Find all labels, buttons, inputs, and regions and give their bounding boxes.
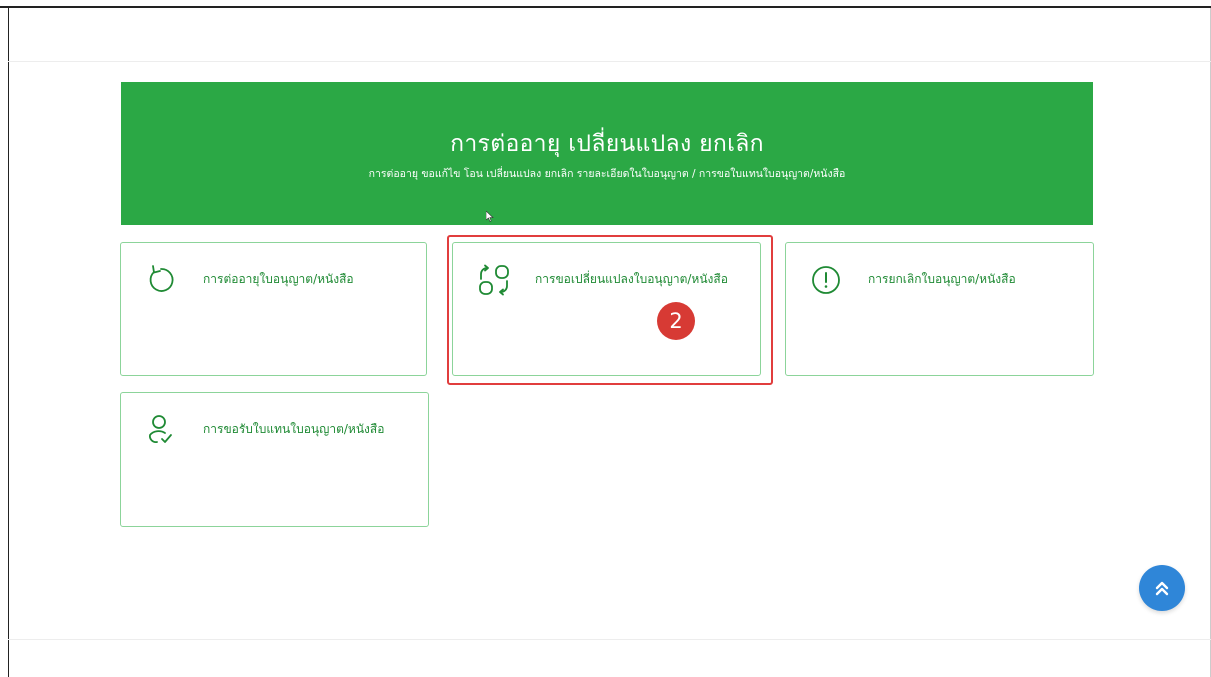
- cancel-icon: [810, 263, 842, 295]
- scroll-to-top-button[interactable]: [1139, 565, 1185, 611]
- hero-banner: การต่ออายุ เปลี่ยนแปลง ยกเลิก การต่ออายุ…: [121, 82, 1093, 225]
- card-replacement-license[interactable]: การขอรับใบแทนใบอนุญาต/หนังสือ: [120, 392, 429, 527]
- renew-icon: [145, 263, 177, 295]
- step-highlight-box: [447, 235, 773, 385]
- step-number-badge: 2: [657, 302, 695, 340]
- card-cancel-license[interactable]: การยกเลิกใบอนุญาต/หนังสือ: [785, 242, 1094, 376]
- card-cancel-license-label: การยกเลิกใบอนุญาต/หนังสือ: [868, 272, 1016, 286]
- hero-title: การต่ออายุ เปลี่ยนแปลง ยกเลิก: [450, 131, 764, 157]
- hero-subtitle: การต่ออายุ ขอแก้ไข โอน เปลี่ยนแปลง ยกเลิ…: [368, 168, 846, 180]
- header-divider: [8, 61, 1211, 62]
- window-top-border: [0, 0, 1211, 8]
- replacement-icon: [145, 413, 177, 445]
- footer-divider: [8, 639, 1211, 640]
- card-renew-license[interactable]: การต่ออายุใบอนุญาต/หนังสือ: [120, 242, 427, 376]
- double-chevron-up-icon: [1155, 581, 1169, 596]
- left-border: [8, 8, 9, 677]
- card-renew-license-label: การต่ออายุใบอนุญาต/หนังสือ: [203, 272, 354, 286]
- card-replacement-license-label: การขอรับใบแทนใบอนุญาต/หนังสือ: [203, 422, 385, 436]
